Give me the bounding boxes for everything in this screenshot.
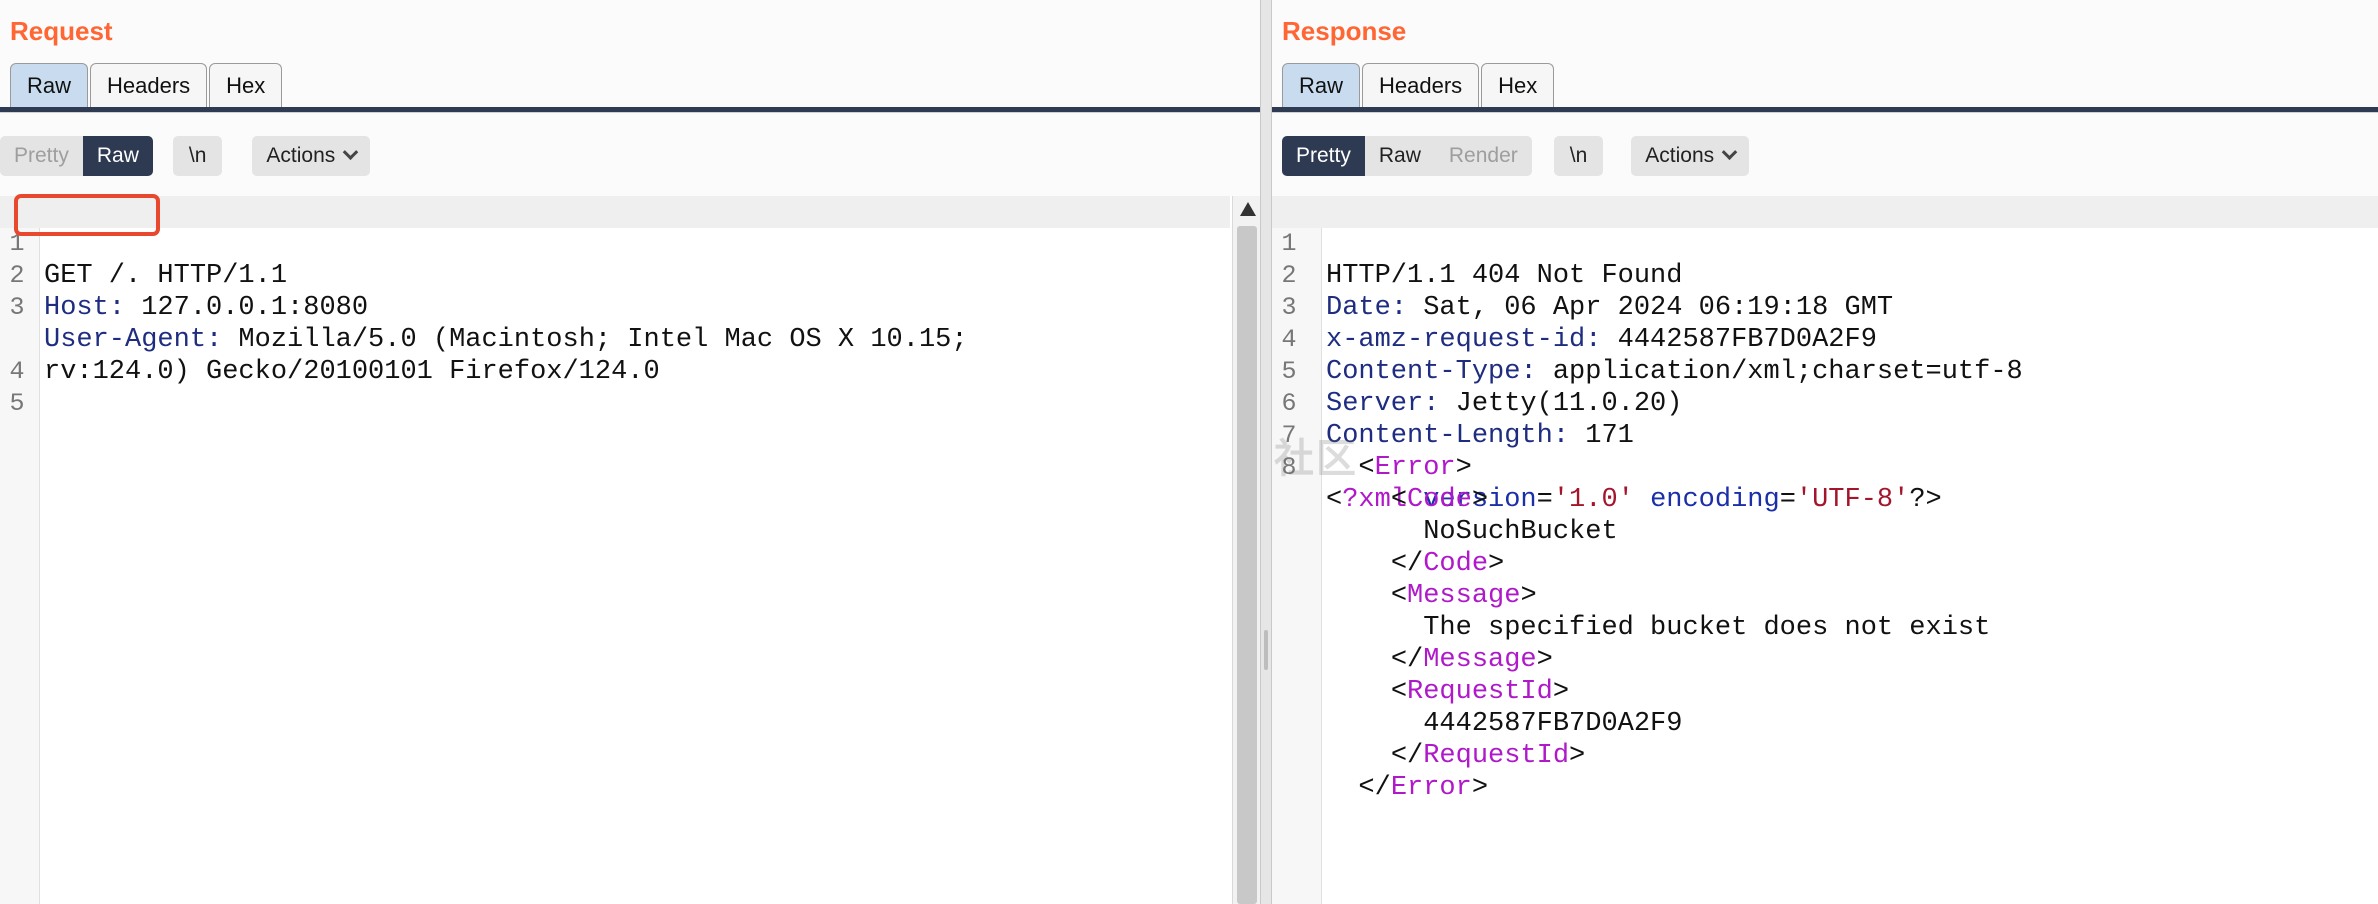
request-protocol: HTTP/1.1 bbox=[141, 261, 288, 291]
xml-tag: Message bbox=[1423, 645, 1537, 675]
response-tab-hex[interactable]: Hex bbox=[1481, 63, 1555, 107]
xml-text: The specified bucket does not exist bbox=[1423, 613, 1991, 643]
current-line-highlight bbox=[0, 196, 1230, 228]
response-line: 6 Content-Length: 171 bbox=[1272, 356, 1633, 451]
response-line: 7 bbox=[1272, 388, 1369, 450]
line-number: 8 bbox=[1281, 453, 1297, 482]
header-value-wrapped: rv:124.0) Gecko/20100101 Firefox/124.0 bbox=[44, 357, 660, 387]
response-editor[interactable]: 1 HTTP/1.1 404 Not Found 2 Date: Sat, 06… bbox=[1272, 196, 2378, 904]
chevron-down-icon bbox=[1721, 143, 1738, 160]
response-line: 1 HTTP/1.1 404 Not Found bbox=[1272, 196, 1682, 291]
xml-tag: Code bbox=[1407, 485, 1472, 515]
xml-line-content: </Error> bbox=[1358, 773, 1489, 803]
response-line: 4 Content-Type: application/xml;charset=… bbox=[1272, 292, 2022, 387]
header-value: Sat, 06 Apr 2024 06:19:18 GMT bbox=[1407, 293, 1894, 323]
request-line: rv:124.0) Gecko/20100101 Firefox/124.0 bbox=[0, 292, 660, 387]
pane-splitter[interactable] bbox=[1260, 0, 1272, 904]
request-toolbar: Pretty Raw \n Actions bbox=[0, 136, 1260, 176]
header-sep: : bbox=[206, 325, 223, 355]
header-value: 4442587FB7D0A2F9 bbox=[1601, 325, 1877, 355]
request-tab-hex[interactable]: Hex bbox=[209, 63, 283, 107]
request-pane: Request Raw Headers Hex Pretty Raw \n Ac… bbox=[0, 0, 1260, 904]
xml-attr-value: 'UTF-8' bbox=[1795, 485, 1910, 515]
xml-attr: encoding bbox=[1650, 485, 1780, 515]
xml-line-content: <Code> bbox=[1390, 485, 1489, 515]
request-line: 3 User-Agent: Mozilla/5.0 (Macintosh; In… bbox=[0, 260, 967, 355]
response-render-toggle[interactable]: Render bbox=[1435, 136, 1532, 176]
response-tab-raw[interactable]: Raw bbox=[1282, 63, 1361, 107]
request-view-mode-toggle: Pretty Raw bbox=[0, 136, 153, 176]
xml-line-content: </Message> bbox=[1390, 645, 1553, 675]
response-line: 2 Date: Sat, 06 Apr 2024 06:19:18 GMT bbox=[1272, 228, 1893, 323]
request-pretty-toggle[interactable]: Pretty bbox=[0, 136, 83, 176]
header-value: Jetty(11.0.20) bbox=[1439, 389, 1683, 419]
request-raw-toggle[interactable]: Raw bbox=[82, 136, 153, 176]
highlight-annotation-box bbox=[14, 194, 160, 236]
chevron-down-icon bbox=[342, 143, 359, 160]
request-editor[interactable]: 1 GET /. HTTP/1.1 2 Host: 127.0.0.1:8080… bbox=[0, 196, 1260, 904]
xml-line-content: </RequestId> bbox=[1390, 741, 1586, 771]
header-value: Mozilla/5.0 (Macintosh; Intel Mac OS X 1… bbox=[222, 325, 968, 355]
request-scrollbar[interactable] bbox=[1232, 196, 1260, 904]
xml-tag: Code bbox=[1423, 549, 1489, 579]
request-tabs: Raw Headers Hex bbox=[10, 63, 284, 107]
request-line: 4 bbox=[0, 324, 97, 386]
response-line: 8 <?xml version='1.0' encoding='UTF-8'?> bbox=[1272, 420, 1941, 515]
xml-decl-end: ?> bbox=[1909, 485, 1942, 515]
request-tab-headers[interactable]: Headers bbox=[90, 63, 208, 107]
header-value: 171 bbox=[1569, 421, 1634, 451]
xml-tag: Message bbox=[1407, 581, 1521, 611]
response-line: 5 Server: Jetty(11.0.20) bbox=[1272, 324, 1682, 419]
xml-tag: RequestId bbox=[1423, 741, 1570, 771]
response-tab-headers[interactable]: Headers bbox=[1362, 63, 1480, 107]
current-line-highlight bbox=[1272, 196, 2378, 228]
xml-line-content: The specified bucket does not exist bbox=[1326, 612, 1990, 644]
xml-tag: Error bbox=[1390, 773, 1472, 803]
header-value: application/xml;charset=utf-8 bbox=[1536, 357, 2023, 387]
response-header: Response Raw Headers Hex Pretty Raw Rend… bbox=[1272, 0, 2378, 196]
xml-line-content: <Message> bbox=[1390, 581, 1537, 611]
line-number: 5 bbox=[9, 389, 25, 418]
request-actions-button[interactable]: Actions bbox=[252, 136, 371, 176]
response-actions-label: Actions bbox=[1645, 144, 1715, 167]
response-newline-button[interactable]: \n bbox=[1553, 136, 1604, 176]
xml-text: 4442587FB7D0A2F9 bbox=[1423, 709, 1683, 739]
status-line: HTTP/1.1 404 Not Found bbox=[1326, 261, 1683, 291]
response-pretty-toggle[interactable]: Pretty bbox=[1282, 136, 1365, 176]
response-toolbar: Pretty Raw Render \n Actions bbox=[1282, 136, 2378, 176]
xml-tag: Error bbox=[1374, 453, 1456, 483]
splitter-grip[interactable] bbox=[1264, 630, 1268, 670]
response-view-mode-toggle: Pretty Raw Render bbox=[1282, 136, 1532, 176]
request-tab-raw[interactable]: Raw bbox=[10, 63, 89, 107]
xml-line-content: <RequestId> bbox=[1390, 677, 1570, 707]
request-title: Request bbox=[10, 16, 113, 46]
request-actions-label: Actions bbox=[266, 144, 336, 167]
xml-tag: RequestId bbox=[1407, 677, 1553, 707]
response-pane: Response Raw Headers Hex Pretty Raw Rend… bbox=[1272, 0, 2378, 904]
response-line: 3 x-amz-request-id: 4442587FB7D0A2F9 bbox=[1272, 260, 1876, 355]
request-header: Request Raw Headers Hex Pretty Raw \n Ac… bbox=[0, 0, 1260, 196]
response-actions-button[interactable]: Actions bbox=[1631, 136, 1750, 176]
tab-underline-shadow bbox=[1272, 112, 2378, 113]
header-value: 127.0.0.1:8080 bbox=[125, 293, 369, 323]
header-sep: : bbox=[108, 293, 126, 323]
xml-line-content: </Code> bbox=[1390, 549, 1505, 579]
scroll-up-arrow-icon[interactable] bbox=[1240, 202, 1256, 216]
request-line: 5 bbox=[0, 356, 97, 418]
xml-line-content: 4442587FB7D0A2F9 bbox=[1326, 708, 1682, 740]
scroll-thumb[interactable] bbox=[1237, 226, 1257, 904]
xml-line-content: NoSuchBucket bbox=[1326, 516, 1618, 548]
request-newline-button[interactable]: \n bbox=[172, 136, 223, 176]
xml-line-content: <Error> bbox=[1358, 453, 1472, 483]
response-tabs: Raw Headers Hex bbox=[1282, 63, 1556, 107]
xml-attr-value: '1.0' bbox=[1552, 485, 1634, 515]
response-raw-toggle[interactable]: Raw bbox=[1365, 136, 1435, 176]
xml-text: NoSuchBucket bbox=[1423, 517, 1618, 547]
response-title: Response bbox=[1282, 16, 1407, 46]
tab-underline-shadow bbox=[0, 112, 1260, 113]
